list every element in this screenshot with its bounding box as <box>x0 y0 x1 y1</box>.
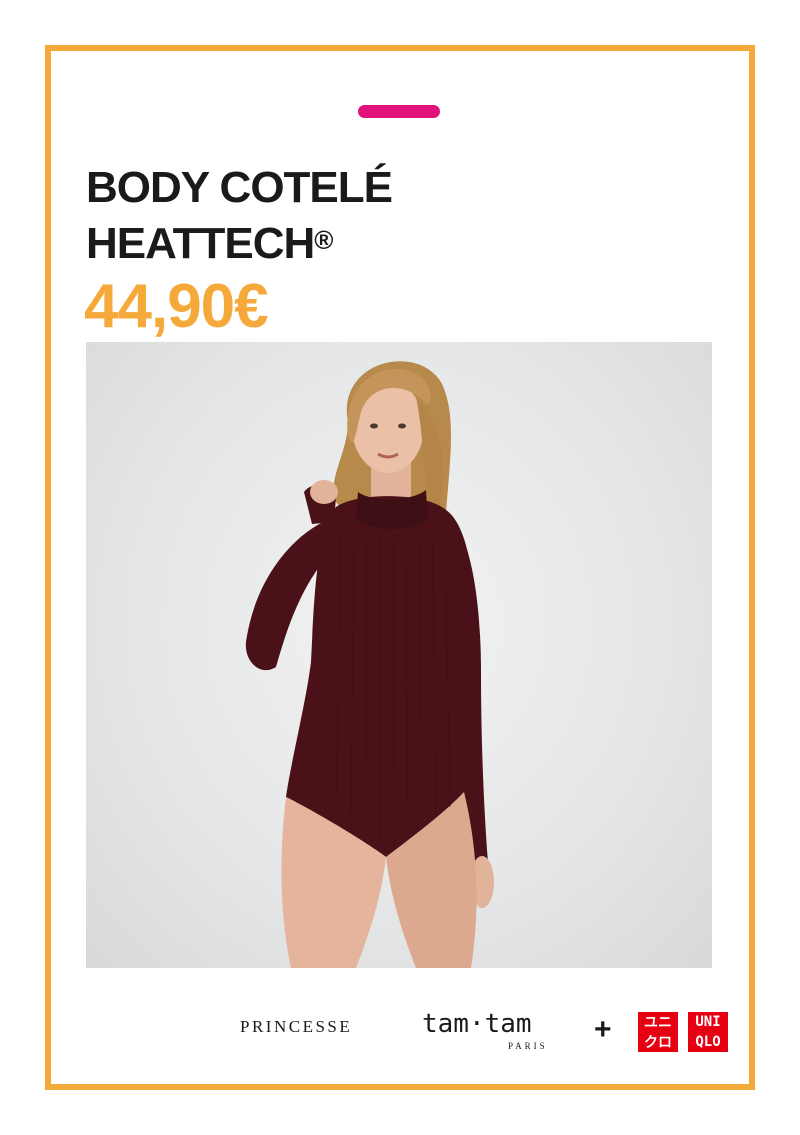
uniqlo-latin-top: UNI <box>695 1013 721 1030</box>
uniqlo-katakana-logo: ユニ クロ <box>638 1012 678 1052</box>
product-title-line2: HEATTECH <box>86 219 315 268</box>
product-photo <box>86 342 712 968</box>
product-title-line1: BODY COTELÉ <box>86 163 393 212</box>
product-title: BODY COTELÉ HEATTECH® <box>86 160 393 272</box>
princesse-wordmark: PRINCESSE <box>240 1017 353 1036</box>
uniqlo-katakana-top: ユニ <box>644 1013 672 1030</box>
accent-dash <box>358 105 440 118</box>
paris-wordmark: PARIS <box>508 1041 548 1051</box>
product-price: 44,90€ <box>84 272 269 341</box>
brand-logos: PRINCESSE tam·tam PARIS + ユニ クロ UNI QLO <box>240 1009 732 1058</box>
model-illustration <box>245 361 494 968</box>
plus-icon: + <box>594 1013 612 1046</box>
uniqlo-katakana-bottom: クロ <box>644 1033 672 1050</box>
tamtam-wordmark: tam·tam <box>422 1009 532 1039</box>
uniqlo-latin-bottom: QLO <box>695 1033 721 1050</box>
uniqlo-latin-logo: UNI QLO <box>688 1012 728 1052</box>
registered-mark: ® <box>314 225 333 255</box>
